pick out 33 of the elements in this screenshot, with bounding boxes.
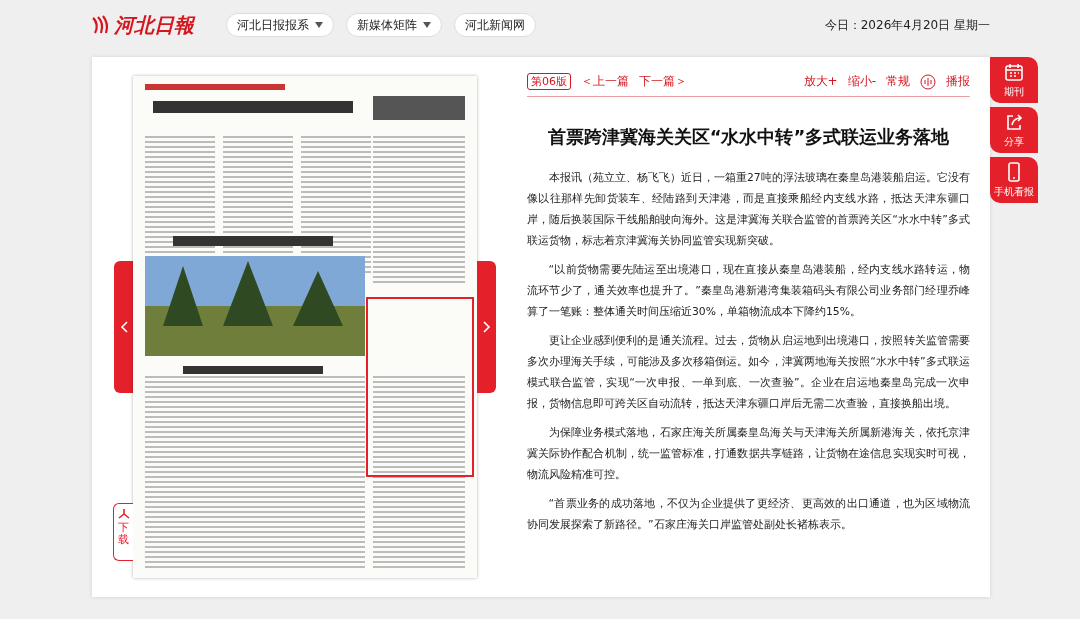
font-size-link[interactable]: 缩小- xyxy=(847,73,876,90)
play-link[interactable]: 播报 xyxy=(946,73,970,90)
article-paragraph: 更让企业感到便利的是通关流程。过去，货物从启运地到出境港口，按照转关监管需要多次办理海关手续，可能涉及多次移箱倒运。如今，津冀两地海关按照“水水中转”多式联运模式联合监管，实现“一次申报、一单到底、一次查验”。企业在启运地秦皇岛完成一次申报，货物信息即可跨关区自动流转，抵达天津东疆口岸后无需二次查验，直接换船出境。 xyxy=(527,333,970,412)
chevron-left-icon xyxy=(119,321,128,333)
article-paragraph: “以前货物需要先陆运至出境港口，现在直接从秦皇岛港装船，经内支线水路转运，物流环节少了，通关效率也提升了。”秦皇岛港新港湾集装箱码头有限公司业务部门经理乔峰算了一笔账：整体通关时间压缩近30%，单箱物流成本下降约15%。 xyxy=(527,262,970,320)
side-menu-button[interactable]: 手机看报 xyxy=(990,157,1038,203)
share-icon xyxy=(1004,111,1024,132)
article-paragraph: 本报讯（苑立立、杨飞飞）近日，一箱重27吨的浮法玻璃在秦皇岛港装船启运。它没有像以往那样先卸货装车、经陆路到天津港，而是直接乘船经内支线水路，抵达天津东疆口岸，随后换装国际干线船舶驶向海外。这是津冀海关联合监管的首票跨关区“水水中转”多式联运货物，标志着京津冀海关协同监管实现新突破。 xyxy=(527,170,970,249)
side-menu-button[interactable]: 期刊 xyxy=(990,57,1038,103)
side-menu-button[interactable]: 分享 xyxy=(990,107,1038,153)
next-page-button[interactable] xyxy=(477,261,496,393)
font-size-link[interactable]: 放大+ xyxy=(803,73,838,90)
chevron-right-icon xyxy=(482,321,491,333)
edition-label: 第06版 xyxy=(527,73,571,90)
article-paragraph: 为保障业务模式落地，石家庄海关所属秦皇岛海关与天津海关所属新港海关，依托京津冀关际协作配合机制，统一监管标准，打通数据共享链路，让货物在途信息实现实时可视，物流风险精准可控。 xyxy=(527,425,970,483)
download-button[interactable]: 下载 xyxy=(113,503,133,561)
nav-button[interactable]: 河北日报报系 xyxy=(226,13,334,37)
font-size-link[interactable]: 常规 xyxy=(886,73,910,90)
next-article-link[interactable]: 下一篇＞ xyxy=(639,73,687,90)
nav-button[interactable]: 新媒体矩阵 xyxy=(346,13,442,37)
article-title: 首票跨津冀海关关区“水水中转”多式联运业务落地 xyxy=(546,125,951,149)
audio-icon[interactable] xyxy=(920,73,936,90)
article-paragraph: “首票业务的成功落地，不仅为企业提供了更经济、更高效的出口通道，也为区域物流协同发展探索了新路径。”石家庄海关口岸监管处副处长褚栋表示。 xyxy=(527,496,970,533)
logo[interactable]: 河北日報 xyxy=(90,11,194,39)
calendar-icon xyxy=(1004,61,1024,82)
date-text: 今日：2026年4月20日 星期一 xyxy=(824,16,990,34)
previous-page-button[interactable] xyxy=(114,261,133,393)
caret-icon xyxy=(423,22,431,28)
download-icon xyxy=(117,508,130,520)
nav-button[interactable]: 河北新闻网 xyxy=(454,13,536,37)
caret-icon xyxy=(315,22,323,28)
logo-text: 河北日報 xyxy=(114,11,194,39)
previous-article-link[interactable]: ＜上一篇 xyxy=(581,73,629,90)
